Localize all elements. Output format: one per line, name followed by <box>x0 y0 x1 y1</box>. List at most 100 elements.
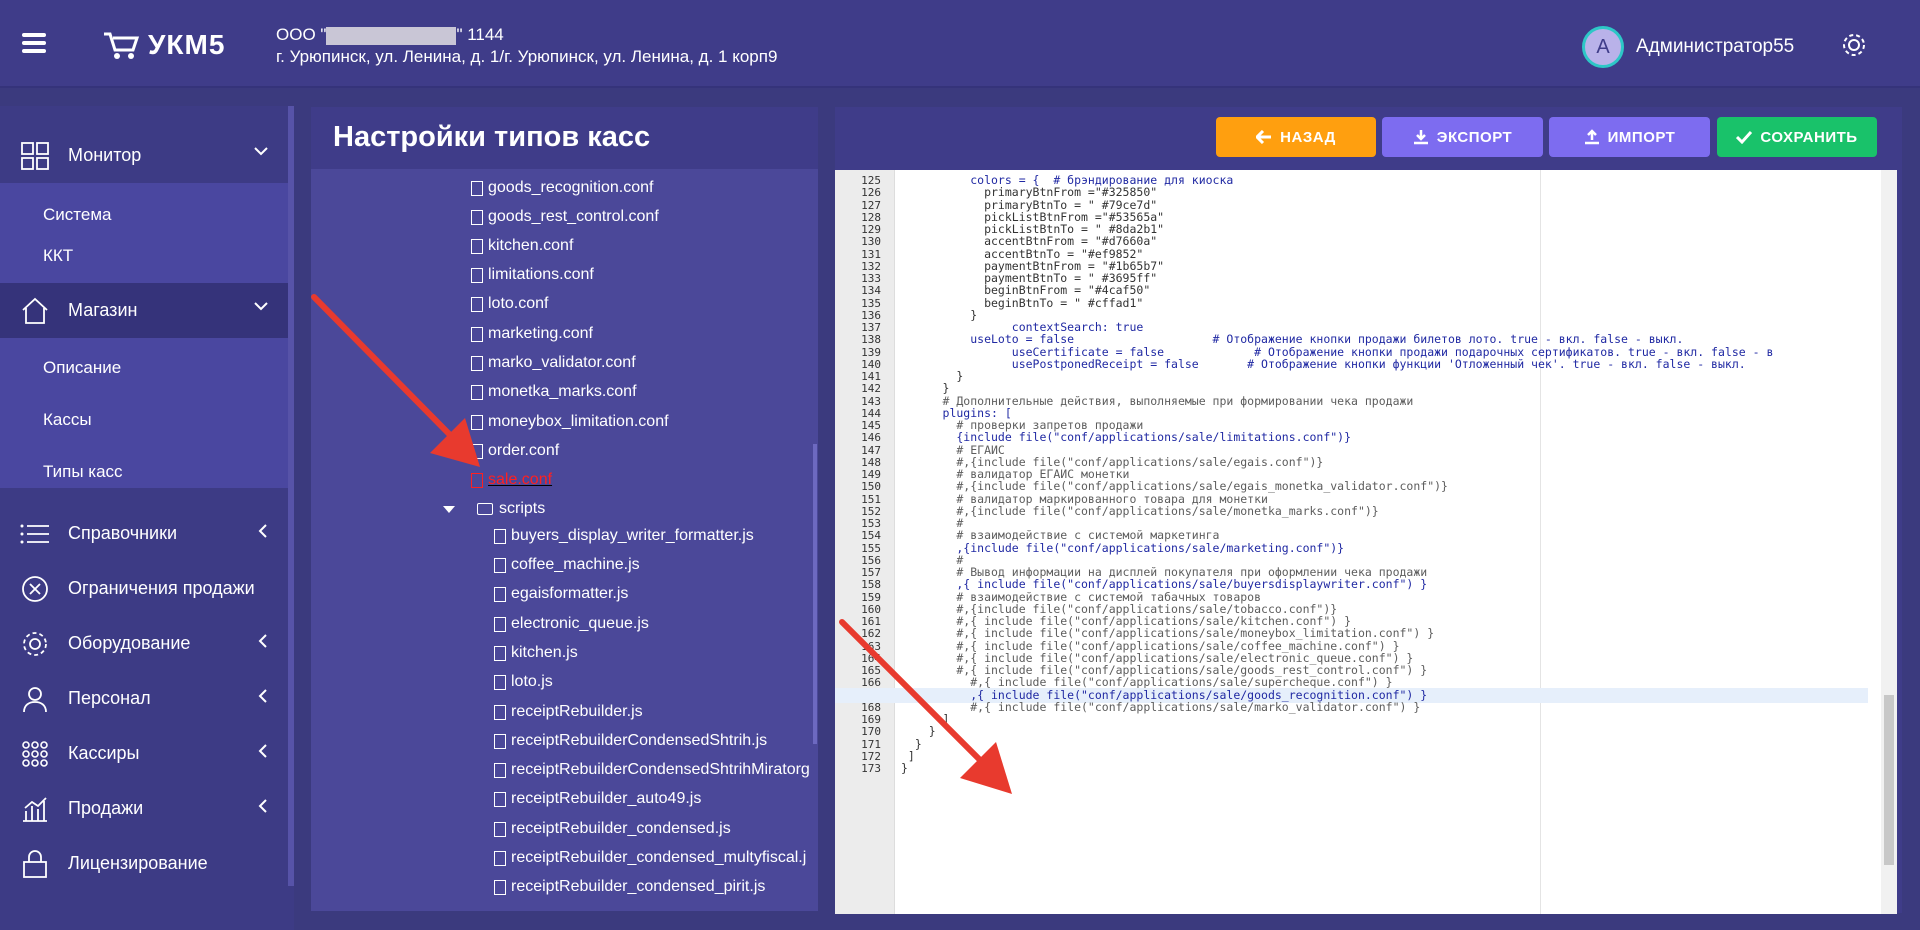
export-button[interactable]: ЭКСПОРТ <box>1382 117 1543 157</box>
app-logo[interactable]: УКМ5 <box>102 28 225 62</box>
file-icon <box>494 645 506 661</box>
tree-file[interactable]: moneybox_limitation.conf <box>471 409 669 435</box>
file-icon <box>471 296 483 312</box>
tree-file[interactable]: marketing.conf <box>471 321 593 347</box>
chevron-left-icon <box>258 634 267 648</box>
tree-file-label: egaisformatter.js <box>511 585 629 602</box>
chevron-left-icon <box>258 689 267 703</box>
tree-file[interactable]: receiptRebuilder_condensed_pirit.js <box>494 874 765 900</box>
sidebar-item-licensing[interactable]: Лицензирование <box>0 836 288 891</box>
sidebar-sub-description[interactable]: Описание <box>43 358 121 378</box>
gear-icon <box>20 629 50 659</box>
tree-file[interactable]: monetka_marks.conf <box>471 379 637 405</box>
sidebar-item-label: Оборудование <box>68 633 191 653</box>
tree-file[interactable]: receiptRebuilder_auto49.js <box>494 786 701 812</box>
back-button[interactable]: НАЗАД <box>1216 117 1376 157</box>
avatar[interactable]: A <box>1582 26 1624 68</box>
tree-file[interactable]: coffee_machine.js <box>494 552 640 578</box>
sidebar-sub-cash-registers[interactable]: Кассы <box>43 410 92 430</box>
import-button[interactable]: ИМПОРТ <box>1549 117 1710 157</box>
close-circle-icon <box>20 574 50 604</box>
tree-file-label: receiptRebuilder_condensed_multyfiscal.j <box>511 849 807 866</box>
tree-folder[interactable]: scripts <box>443 496 545 522</box>
line-number: 173 <box>861 762 881 775</box>
sidebar-item-sales[interactable]: Продажи <box>0 781 288 836</box>
user-menu[interactable]: A Администратор55 <box>1582 26 1794 68</box>
tree-file-label: loto.js <box>511 673 553 690</box>
sidebar-item-shop[interactable]: Магазин <box>0 283 288 338</box>
code-line: ,{include file("conf/applications/sale/m… <box>901 540 1345 555</box>
file-icon <box>494 674 506 690</box>
sidebar-item-label: Продажи <box>68 798 144 818</box>
sidebar-item-directories[interactable]: Справочники <box>0 506 288 561</box>
file-icon <box>494 616 506 632</box>
submenu-shop: Описание Кассы Типы касс <box>0 338 288 488</box>
file-icon <box>471 355 483 371</box>
sidebar-item-label: Магазин <box>68 300 138 320</box>
chart-icon <box>20 794 50 824</box>
org-address: г. Урюпинск, ул. Ленина, д. 1/г. Урюпинс… <box>276 47 778 66</box>
tree-file-label: kitchen.js <box>511 644 578 661</box>
tree-file[interactable]: receiptRebuilder.js <box>494 699 643 725</box>
tree-file[interactable]: marko_validator.conf <box>471 350 636 376</box>
menu-icon[interactable] <box>22 33 46 53</box>
sidebar-item-sale-restrictions[interactable]: Ограничения продажи <box>0 561 288 616</box>
code-editor[interactable]: 125 126 127 128 129 130 131 132 133 134 135 136 137 1… <box>835 170 1897 914</box>
dashboard-icon <box>20 141 50 171</box>
sidebar-item-label: Кассиры <box>68 743 140 763</box>
tree-file[interactable]: limitations.conf <box>471 262 594 288</box>
tree-file[interactable]: receiptRebuilderCondensedShtrihMiratorg <box>494 757 810 783</box>
tree-file-label: receiptRebuilder_condensed_pirit.js <box>511 878 766 895</box>
editor-scrollbar-thumb[interactable] <box>1884 695 1894 865</box>
tree-file-label: marketing.conf <box>488 325 593 342</box>
sidebar-sub-system[interactable]: Система <box>43 205 111 225</box>
tree-file-label: receiptRebuilder_auto49.js <box>511 790 702 807</box>
org-suffix: " 1144 <box>456 25 504 44</box>
sidebar-sub-kkt[interactable]: ККТ <box>43 246 73 266</box>
org-prefix: ООО " <box>276 25 327 44</box>
tree-file[interactable]: receiptRebuilderCondensedShtrih.js <box>494 728 767 754</box>
line-number-gutter: 125 126 127 128 129 130 131 132 133 134 135 136 137 1… <box>835 170 895 914</box>
file-icon <box>471 443 483 459</box>
sidebar-scrollbar[interactable] <box>288 106 294 886</box>
tree-file[interactable]: loto.conf <box>471 291 548 317</box>
tree-file[interactable]: receiptRebuilder_condensed.js <box>494 816 731 842</box>
organization-info: ООО " " 1144 г. Урюпинск, ул. Ленина, д. … <box>276 24 777 68</box>
sidebar-item-label: Справочники <box>68 523 178 543</box>
sidebar-item-staff[interactable]: Персонал <box>0 671 288 726</box>
sidebar-item-equipment[interactable]: Оборудование <box>0 616 288 671</box>
tree-file-label: buyers_display_writer_formatter.js <box>511 527 754 544</box>
tree-file[interactable]: kitchen.conf <box>471 233 573 259</box>
chevron-down-icon <box>254 147 268 156</box>
gear-icon[interactable] <box>1841 32 1867 58</box>
tree-file-selected[interactable]: sale.conf <box>471 467 552 493</box>
sidebar-sub-register-types[interactable]: Типы касс <box>43 462 123 482</box>
editor-scrollbar[interactable] <box>1881 170 1897 914</box>
tree-file[interactable]: loto.js <box>494 669 553 695</box>
caret-down-icon[interactable] <box>443 505 455 513</box>
tree-file[interactable]: buyers_display_writer_formatter.js <box>494 523 754 549</box>
sidebar-item-label: Лицензирование <box>68 853 208 873</box>
tree-file[interactable]: goods_rest_control.conf <box>471 204 659 230</box>
sidebar-item-monitor[interactable]: Монитор <box>0 128 288 183</box>
tree-file[interactable]: goods_recognition.conf <box>471 175 653 201</box>
tree-folder-label: scripts <box>499 500 546 517</box>
sidebar-item-cashiers[interactable]: Кассиры <box>0 726 288 781</box>
download-icon <box>1413 130 1428 145</box>
sidebar-item-label: Монитор <box>68 145 142 165</box>
tree-file-label: goods_rest_control.conf <box>488 208 659 225</box>
file-icon <box>494 528 506 544</box>
tree-file[interactable]: egaisformatter.js <box>494 581 628 607</box>
user-name[interactable]: Администратор55 <box>1636 36 1794 58</box>
tree-file-label: marko_validator.conf <box>488 354 636 371</box>
tree-file[interactable]: electronic_queue.js <box>494 611 649 637</box>
tree-vertical-scrollbar[interactable] <box>813 444 817 744</box>
tree-file-label: goods_recognition.conf <box>488 179 654 196</box>
file-tree-panel: Настройки типов касс goods_recognition.c… <box>311 107 818 911</box>
tree-file[interactable]: kitchen.js <box>494 640 578 666</box>
file-icon <box>494 586 506 602</box>
logo-text: УКМ5 <box>148 29 226 60</box>
tree-file[interactable]: order.conf <box>471 438 559 464</box>
save-button[interactable]: СОХРАНИТЬ <box>1717 117 1877 157</box>
tree-file[interactable]: receiptRebuilder_condensed_multyfiscal.j <box>494 845 806 871</box>
